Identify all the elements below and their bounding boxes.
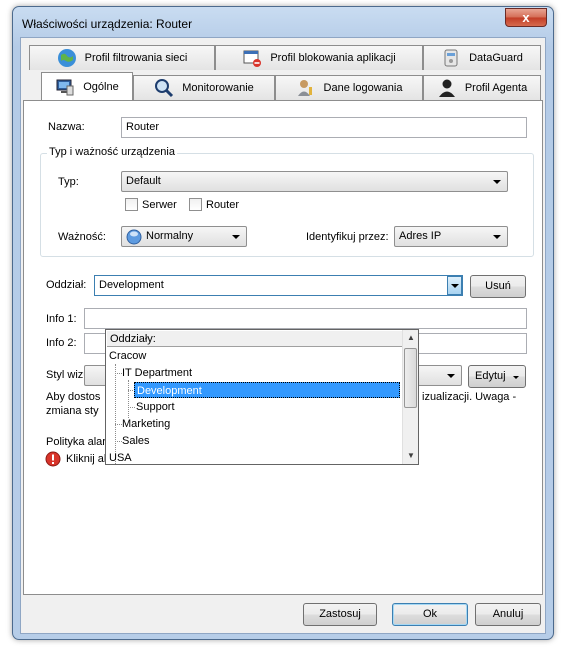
chevron-down-icon [451,284,459,288]
tab-web-filter-profile[interactable]: Profil filtrowania sieci [29,45,215,70]
dataguard-icon [441,48,461,68]
scroll-thumb[interactable] [404,348,417,408]
edit-button-label: Edytuj [475,370,506,382]
close-button[interactable]: x [505,8,547,27]
tab-label: Ogólne [83,80,119,93]
user-key-icon [296,78,316,98]
tree-item-usa[interactable]: USA [107,450,134,464]
tab-monitoring[interactable]: Monitorowanie [133,75,275,100]
chevron-down-icon [232,235,240,239]
computer-icon [55,77,75,97]
tab-agent-profile[interactable]: Profil Agenta [423,75,541,100]
tree-item-it-department[interactable]: IT Department [120,365,194,381]
type-select-value: Default [126,175,161,187]
remove-branch-button[interactable]: Usuń [470,275,526,298]
name-label: Nazwa: [48,121,85,133]
tree-line [128,380,129,418]
general-tab-page: Nazwa: Router Typ i ważność urządzenia T… [23,100,543,595]
tab-general[interactable]: Ogólne [41,72,133,100]
tree-line [115,364,116,464]
alarm-warning-icon [45,451,61,470]
tab-dataguard[interactable]: DataGuard [423,45,541,70]
identify-label: Identyfikuj przez: [306,231,389,243]
tab-label: DataGuard [469,52,523,64]
chevron-down-icon [513,376,519,379]
checkbox-box[interactable] [125,198,138,211]
importance-orb-icon [126,229,142,248]
edit-style-button[interactable]: Edytuj [468,365,526,388]
info1-input[interactable] [84,308,527,329]
info1-label: Info 1: [46,313,77,325]
importance-select[interactable]: Normalny [121,226,247,247]
cancel-button[interactable]: Anuluj [475,603,541,626]
identify-select[interactable]: Adres IP [394,226,508,247]
importance-select-value: Normalny [146,230,194,242]
chevron-down-icon [493,235,501,239]
tree-item-sales[interactable]: Sales [120,433,152,449]
scroll-down-arrow-icon[interactable]: ▼ [403,448,418,464]
tab-label: Profil blokowania aplikacji [270,52,396,64]
checkbox-label: Serwer [142,198,177,211]
ok-button[interactable]: Ok [392,603,468,626]
checkbox-box[interactable] [189,198,202,211]
note-text-end: izualizacji. Uwaga - [422,391,517,403]
title-bar[interactable]: Właściwości urządzenia: Router x [13,7,553,37]
importance-label: Ważność: [58,231,106,243]
tab-login-data[interactable]: Dane logowania [275,75,423,100]
tree-item-marketing[interactable]: Marketing [120,416,172,432]
tree-item-development[interactable]: Development [134,382,400,398]
magnifier-icon [154,78,174,98]
note-text-line2: zmiana sty [46,405,99,417]
server-checkbox[interactable]: Serwer [125,198,177,211]
branch-dropdown-list: Oddziały: Cracow IT Department Developme… [105,329,419,465]
branch-label: Oddział: [46,279,87,291]
group-title: Typ i ważność urządzenia [47,146,177,158]
dropdown-header: Oddziały: [107,331,403,347]
window-block-icon [242,48,262,68]
scroll-up-arrow-icon[interactable]: ▲ [403,330,418,346]
note-text-start: Aby dostos [46,391,101,403]
tab-app-block-profile[interactable]: Profil blokowania aplikacji [215,45,423,70]
dropdown-scrollbar[interactable]: ▲ ▼ [402,330,418,464]
dialog-client: Profil filtrowania sieci Profil blokowan… [20,37,546,634]
tab-label: Dane logowania [323,82,403,94]
identify-select-value: Adres IP [399,230,442,242]
name-input[interactable]: Router [121,117,527,138]
person-icon [437,78,457,98]
tree-item-cracow[interactable]: Cracow [107,348,148,364]
globe-icon [57,48,77,68]
type-label: Typ: [58,176,79,188]
properties-window: Właściwości urządzenia: Router x Profil … [12,6,554,640]
apply-button[interactable]: Zastosuj [303,603,377,626]
router-checkbox[interactable]: Router [189,198,239,211]
info2-label: Info 2: [46,337,77,349]
checkbox-label: Router [206,198,240,211]
tab-label: Profil filtrowania sieci [84,52,188,64]
tab-label: Monitorowanie [182,82,254,94]
tree-item-support[interactable]: Support [134,399,177,415]
chevron-down-icon [447,374,455,378]
branch-dropdown-button[interactable] [447,276,462,295]
branch-select[interactable]: Development [94,275,463,296]
chevron-down-icon [493,180,501,184]
window-title: Właściwości urządzenia: Router [22,17,193,31]
type-select[interactable]: Default [121,171,508,192]
tab-label: Profil Agenta [464,82,528,94]
